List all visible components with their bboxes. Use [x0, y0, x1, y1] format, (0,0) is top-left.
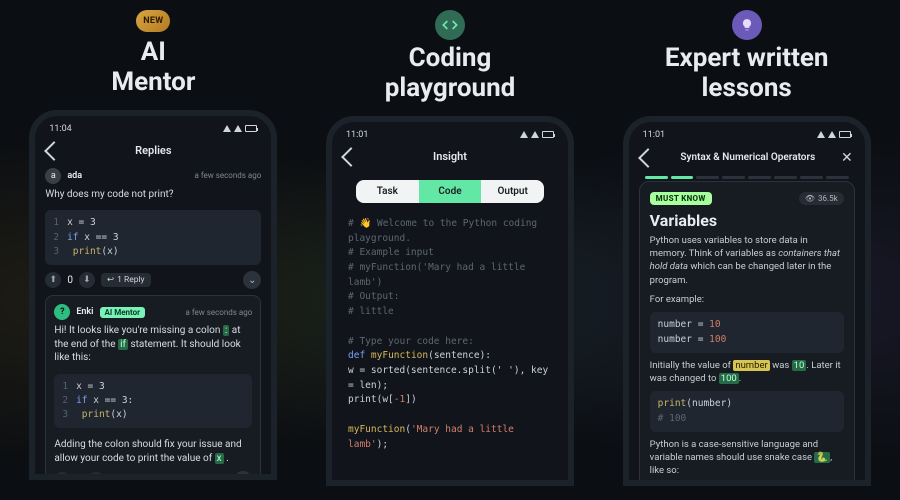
feature-title: Expert writtenlessons [665, 44, 829, 104]
phone-lessons: 11:01 Syntax & Numerical Operators ✕ MUS… [623, 116, 871, 486]
mentor-answer: ? Enki AI Mentor a few seconds ago Hi! I… [45, 295, 261, 480]
status-icons [817, 130, 851, 140]
avatar[interactable]: ? [54, 304, 70, 320]
lesson-card: MUST KNOW 👁 36.5k Variables Python uses … [639, 181, 855, 486]
status-time: 11:01 [346, 130, 368, 140]
lesson-heading: Variables [650, 211, 844, 230]
upvote-button[interactable]: ⬆ [54, 472, 70, 480]
vote-count: 0 [67, 275, 73, 286]
view-count: 👁 36.5k [799, 192, 844, 205]
signal-icon [531, 131, 539, 138]
code-block: number = 10 number = 100 [650, 312, 844, 353]
battery-icon [839, 131, 851, 138]
ai-mentor-chip: AI Mentor [100, 307, 146, 318]
signal-icon [828, 131, 836, 138]
highlight: 100 [719, 373, 739, 384]
post-body: Why does my code not print? [45, 184, 261, 208]
avatar[interactable]: a [45, 168, 61, 184]
vote-count: 0 [76, 475, 82, 480]
feature-playground: Codingplayground 11:01 Insight Task Code… [307, 10, 594, 486]
feature-title: AIMentor [111, 38, 195, 98]
code-block: print(number) # 100 [650, 391, 844, 432]
code-block: 1x = 3 2if x == 3: 3 print(x) [54, 374, 252, 429]
feature-title: Codingplayground [385, 44, 516, 104]
lesson-paragraph: Python uses variables to store data in m… [650, 234, 844, 287]
code-block: this_is_a_long_variable_name [650, 484, 844, 486]
user-post: a ada a few seconds ago Why does my code… [45, 168, 261, 289]
wifi-icon [520, 131, 528, 138]
wifi-icon [223, 125, 231, 132]
tab-output[interactable]: Output [481, 180, 544, 203]
status-time: 11:04 [49, 124, 71, 134]
status-icons [520, 130, 554, 140]
timestamp: a few seconds ago [194, 171, 261, 180]
answer-body: Hi! It looks like you're missing a colon… [54, 320, 252, 371]
highlight: 🐍 [814, 452, 830, 463]
lightbulb-icon [732, 10, 762, 40]
highlight: 10 [792, 360, 807, 371]
expand-icon[interactable]: ⌄ [234, 471, 252, 480]
feature-lessons: Expert writtenlessons 11:01 Syntax & Num… [603, 10, 890, 486]
feature-ai-mentor: NEW AIMentor 11:04 Replies a [10, 10, 297, 486]
nav-title: Syntax & Numerical Operators [663, 152, 833, 163]
must-know-badge: MUST KNOW [650, 192, 712, 205]
battery-icon [245, 125, 257, 132]
lesson-paragraph: Python is a case-sensitive language and … [650, 438, 844, 478]
tab-code[interactable]: Code [419, 180, 482, 203]
nav-title: Replies [69, 144, 237, 157]
back-icon[interactable] [341, 147, 361, 167]
back-icon[interactable] [638, 148, 658, 168]
timestamp: a few seconds ago [185, 308, 252, 317]
status-icons [223, 124, 257, 134]
code-icon [435, 10, 465, 40]
lesson-label: For example: [650, 293, 844, 306]
reply-button[interactable]: ↩ 1 Reply [101, 273, 151, 287]
status-time: 11:01 [643, 130, 665, 140]
answer-body-2: Adding the colon should fix your issue a… [54, 434, 252, 471]
upvote-button[interactable]: ⬆ [45, 272, 61, 288]
back-icon[interactable] [44, 141, 64, 161]
battery-icon [542, 131, 554, 138]
downvote-button[interactable]: ⬇ [79, 272, 95, 288]
signal-icon [234, 125, 242, 132]
phone-ai-mentor: 11:04 Replies a ada a few seconds ago [29, 110, 277, 480]
segmented-control: Task Code Output [356, 180, 544, 203]
code-block: 1x = 3 2if x == 3 3 print(x) [45, 210, 261, 265]
username[interactable]: Enki [76, 307, 93, 317]
new-badge: NEW [136, 10, 170, 32]
close-icon[interactable]: ✕ [841, 150, 853, 166]
expand-icon[interactable]: ⌄ [243, 271, 261, 289]
phone-playground: 11:01 Insight Task Code Output # 👋 Welco… [326, 116, 574, 486]
tab-task[interactable]: Task [356, 180, 419, 203]
wifi-icon [817, 131, 825, 138]
highlight: number [733, 360, 769, 371]
downvote-button[interactable]: ⬇ [88, 472, 104, 480]
username[interactable]: ada [67, 171, 82, 181]
lesson-paragraph: Initially the value of number was 10. La… [650, 359, 844, 386]
code-editor[interactable]: # 👋 Welcome to the Python coding playgro… [342, 213, 558, 457]
nav-title: Insight [366, 150, 534, 163]
